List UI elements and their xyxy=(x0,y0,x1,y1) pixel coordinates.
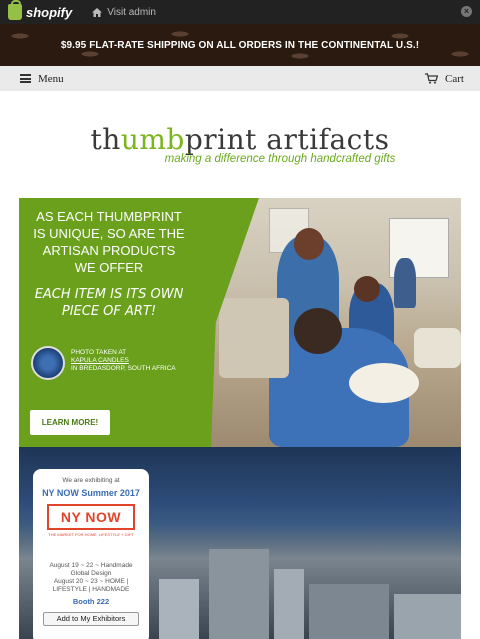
photo-credit: PHOTO TAKEN AT KAPULA CANDLES IN BREDASD… xyxy=(71,349,191,373)
photo-credit-2: KAPULA CANDLES xyxy=(71,357,129,364)
site-logo-area[interactable]: thumbprint artifacts making a difference… xyxy=(0,91,480,199)
shopify-logo[interactable]: shopify xyxy=(8,0,73,20)
hero-script-2: PIECE OF ART! xyxy=(61,304,157,319)
photo-credit-1: PHOTO TAKEN AT xyxy=(71,349,127,356)
learn-more-button[interactable]: LEARN MORE! xyxy=(30,410,110,435)
exhibit-date-2: August 20 ~ 23 ~ HOME | xyxy=(53,578,129,585)
hero-line-3: ARTISAN PRODUCTS xyxy=(42,243,176,258)
site-logo[interactable]: thumbprint artifacts xyxy=(91,125,390,155)
hero-line-4: WE OFFER xyxy=(74,260,144,275)
hero-line-2: IS UNIQUE, SO ARE THE xyxy=(33,226,185,241)
cart-icon xyxy=(425,73,439,84)
cart-label: Cart xyxy=(445,72,464,85)
promo-banner: $9.95 FLAT-RATE SHIPPING ON ALL ORDERS I… xyxy=(0,24,480,66)
nynow-logo: NY NOW xyxy=(47,504,135,530)
site-nav: Menu Cart xyxy=(0,66,480,91)
logo-part-3: print artifacts xyxy=(184,123,390,156)
exhibit-date-1b: Global Design xyxy=(70,570,112,577)
home-icon xyxy=(92,7,103,17)
exhibit-show-name: NY NOW Summer 2017 xyxy=(42,488,140,498)
hero-line-1: AS EACH THUMBPRINT xyxy=(36,209,182,224)
site-tagline: making a difference through handcrafted … xyxy=(164,153,396,165)
exhibit-date-2b: LIFESTYLE | HANDMADE xyxy=(52,586,130,593)
kapula-badge-icon xyxy=(31,346,65,380)
nynow-logo-sub: THE MARKET FOR HOME, LIFESTYLE + GIFT xyxy=(48,532,134,537)
close-icon[interactable]: × xyxy=(461,6,472,17)
shopify-bag-icon xyxy=(8,0,22,20)
promo-text: $9.95 FLAT-RATE SHIPPING ON ALL ORDERS I… xyxy=(60,39,420,51)
menu-button[interactable]: Menu xyxy=(20,73,64,85)
logo-part-1: th xyxy=(90,123,121,156)
visit-admin-link[interactable]: Visit admin xyxy=(92,7,156,18)
hamburger-icon xyxy=(20,74,31,83)
logo-part-2: umb xyxy=(120,123,185,156)
admin-bar: shopify Visit admin × xyxy=(0,0,480,24)
exhibit-dates: August 19 ~ 22 ~ Handmade Global Design … xyxy=(33,562,149,594)
shopify-brand-label: shopify xyxy=(26,4,73,20)
visit-admin-label: Visit admin xyxy=(107,6,156,18)
hero-headline: AS EACH THUMBPRINT IS UNIQUE, SO ARE THE… xyxy=(19,208,199,276)
exhibit-intro: We are exhibiting at xyxy=(62,477,120,484)
exhibit-booth: Booth 222 xyxy=(72,597,110,606)
exhibit-date-1: August 19 ~ 22 ~ Handmade xyxy=(49,562,133,569)
hero-script: EACH ITEM IS ITS OWN PIECE OF ART! xyxy=(19,286,199,320)
hero-script-1: EACH ITEM IS ITS OWN xyxy=(34,287,184,302)
cart-link[interactable]: Cart xyxy=(425,73,464,85)
hero-banner[interactable]: AS EACH THUMBPRINT IS UNIQUE, SO ARE THE… xyxy=(19,198,461,447)
exhibit-card: We are exhibiting at NY NOW Summer 2017 … xyxy=(33,469,149,639)
exhibit-banner[interactable]: We are exhibiting at NY NOW Summer 2017 … xyxy=(19,447,461,639)
photo-credit-3: IN BREDASDORP, SOUTH AFRICA xyxy=(71,365,176,372)
add-to-exhibitors-button[interactable]: Add to My Exhibitors xyxy=(43,612,139,626)
menu-label: Menu xyxy=(38,72,64,85)
